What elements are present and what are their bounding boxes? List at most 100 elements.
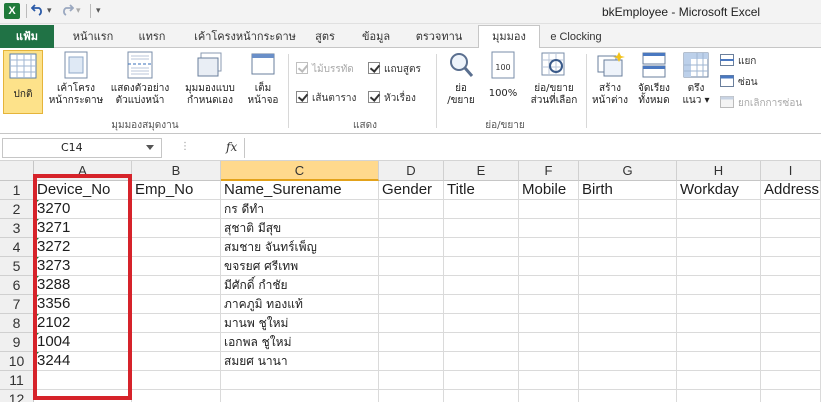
column-header-f[interactable]: F (519, 161, 579, 181)
cell-f1[interactable]: Mobile (519, 181, 579, 200)
cell-d1[interactable]: Gender (379, 181, 444, 200)
cell-f12[interactable] (519, 390, 579, 402)
cell-i7[interactable] (761, 295, 821, 314)
cell-c10[interactable]: สมยศ นานา (221, 352, 379, 371)
tab-data[interactable]: ข้อมูล (356, 28, 396, 48)
freeze-panes-button[interactable]: ตรึง แนว ▾ (678, 50, 714, 114)
cell-c11[interactable] (221, 371, 379, 390)
cell-h5[interactable] (677, 257, 761, 276)
cell-h2[interactable] (677, 200, 761, 219)
row-header-2[interactable]: 2 (0, 200, 34, 219)
row-header-9[interactable]: 9 (0, 333, 34, 352)
column-header-g[interactable]: G (579, 161, 677, 181)
cell-a5[interactable]: 3273 (34, 257, 132, 276)
cell-b1[interactable]: Emp_No (132, 181, 221, 200)
cell-g4[interactable] (579, 238, 677, 257)
cell-i9[interactable] (761, 333, 821, 352)
cell-i11[interactable] (761, 371, 821, 390)
undo-icon[interactable] (30, 2, 45, 20)
page-break-preview-button[interactable]: แสดงตัวอย่าง ตัวแบ่งหน้า (108, 50, 172, 114)
cell-g3[interactable] (579, 219, 677, 238)
cell-e11[interactable] (444, 371, 519, 390)
chevron-down-icon[interactable] (146, 145, 154, 150)
formula-input[interactable] (244, 138, 821, 158)
cell-c4[interactable]: สมชาย จันทร์เพ็ญ (221, 238, 379, 257)
redo-dropdown-icon[interactable]: ▾ (76, 2, 81, 20)
cell-e3[interactable] (444, 219, 519, 238)
cell-g6[interactable] (579, 276, 677, 295)
column-header-h[interactable]: H (677, 161, 761, 181)
row-header-12[interactable]: 12 (0, 390, 34, 402)
cell-c2[interactable]: กร ดีทำ (221, 200, 379, 219)
cell-i8[interactable] (761, 314, 821, 333)
cell-b10[interactable] (132, 352, 221, 371)
tab-insert[interactable]: แทรก (132, 28, 172, 48)
cell-e4[interactable] (444, 238, 519, 257)
cell-h3[interactable] (677, 219, 761, 238)
row-header-3[interactable]: 3 (0, 219, 34, 238)
cell-f5[interactable] (519, 257, 579, 276)
cell-b11[interactable] (132, 371, 221, 390)
cell-h8[interactable] (677, 314, 761, 333)
tab-formulas[interactable]: สูตร (310, 28, 340, 48)
cell-f7[interactable] (519, 295, 579, 314)
cell-g9[interactable] (579, 333, 677, 352)
cell-e6[interactable] (444, 276, 519, 295)
cell-f11[interactable] (519, 371, 579, 390)
cell-b2[interactable] (132, 200, 221, 219)
tab-file[interactable]: แฟ้ม (0, 25, 54, 48)
cell-d4[interactable] (379, 238, 444, 257)
hide-button[interactable]: ซ่อน (720, 75, 758, 90)
cell-h1[interactable]: Workday (677, 181, 761, 200)
cell-e8[interactable] (444, 314, 519, 333)
cell-f2[interactable] (519, 200, 579, 219)
cell-a4[interactable]: 3272 (34, 238, 132, 257)
cell-d9[interactable] (379, 333, 444, 352)
cell-d6[interactable] (379, 276, 444, 295)
column-header-d[interactable]: D (379, 161, 444, 181)
cell-e5[interactable] (444, 257, 519, 276)
cell-d3[interactable] (379, 219, 444, 238)
cell-d11[interactable] (379, 371, 444, 390)
cell-e2[interactable] (444, 200, 519, 219)
cell-b12[interactable] (132, 390, 221, 402)
cell-f8[interactable] (519, 314, 579, 333)
cell-i2[interactable] (761, 200, 821, 219)
cell-f3[interactable] (519, 219, 579, 238)
cell-h4[interactable] (677, 238, 761, 257)
cell-a1[interactable]: Device_No (34, 181, 132, 200)
name-box[interactable]: C14 (2, 138, 162, 158)
cell-a6[interactable]: 3288 (34, 276, 132, 295)
column-header-c[interactable]: C (221, 161, 379, 181)
page-layout-view-button[interactable]: เค้าโครง หน้ากระดาษ (48, 50, 104, 114)
cell-g11[interactable] (579, 371, 677, 390)
column-header-b[interactable]: B (132, 161, 221, 181)
cell-d8[interactable] (379, 314, 444, 333)
cell-f6[interactable] (519, 276, 579, 295)
tab-home[interactable]: หน้าแรก (68, 28, 118, 48)
cell-a12[interactable] (34, 390, 132, 402)
cell-b6[interactable] (132, 276, 221, 295)
row-header-8[interactable]: 8 (0, 314, 34, 333)
row-header-1[interactable]: 1 (0, 181, 34, 200)
arrange-all-button[interactable]: จัดเรียง ทั้งหมด (634, 50, 674, 114)
undo-dropdown-icon[interactable]: ▾ (47, 2, 52, 20)
cell-g5[interactable] (579, 257, 677, 276)
cell-c7[interactable]: ภาคภูมิ ทองแท้ (221, 295, 379, 314)
cell-f10[interactable] (519, 352, 579, 371)
cell-h7[interactable] (677, 295, 761, 314)
column-header-a[interactable]: A (34, 161, 132, 181)
cell-f4[interactable] (519, 238, 579, 257)
cell-g12[interactable] (579, 390, 677, 402)
cell-g10[interactable] (579, 352, 677, 371)
cell-i12[interactable] (761, 390, 821, 402)
cell-e12[interactable] (444, 390, 519, 402)
row-header-5[interactable]: 5 (0, 257, 34, 276)
normal-view-button[interactable]: ปกติ (3, 50, 43, 114)
full-screen-button[interactable]: เต็ม หน้าจอ (243, 50, 283, 114)
cell-i1[interactable]: Address (761, 181, 821, 200)
customize-qat-icon[interactable]: ▾ (96, 2, 101, 20)
cell-h10[interactable] (677, 352, 761, 371)
column-header-i[interactable]: I (761, 161, 821, 181)
tab-review[interactable]: ตรวจทาน (410, 28, 468, 48)
